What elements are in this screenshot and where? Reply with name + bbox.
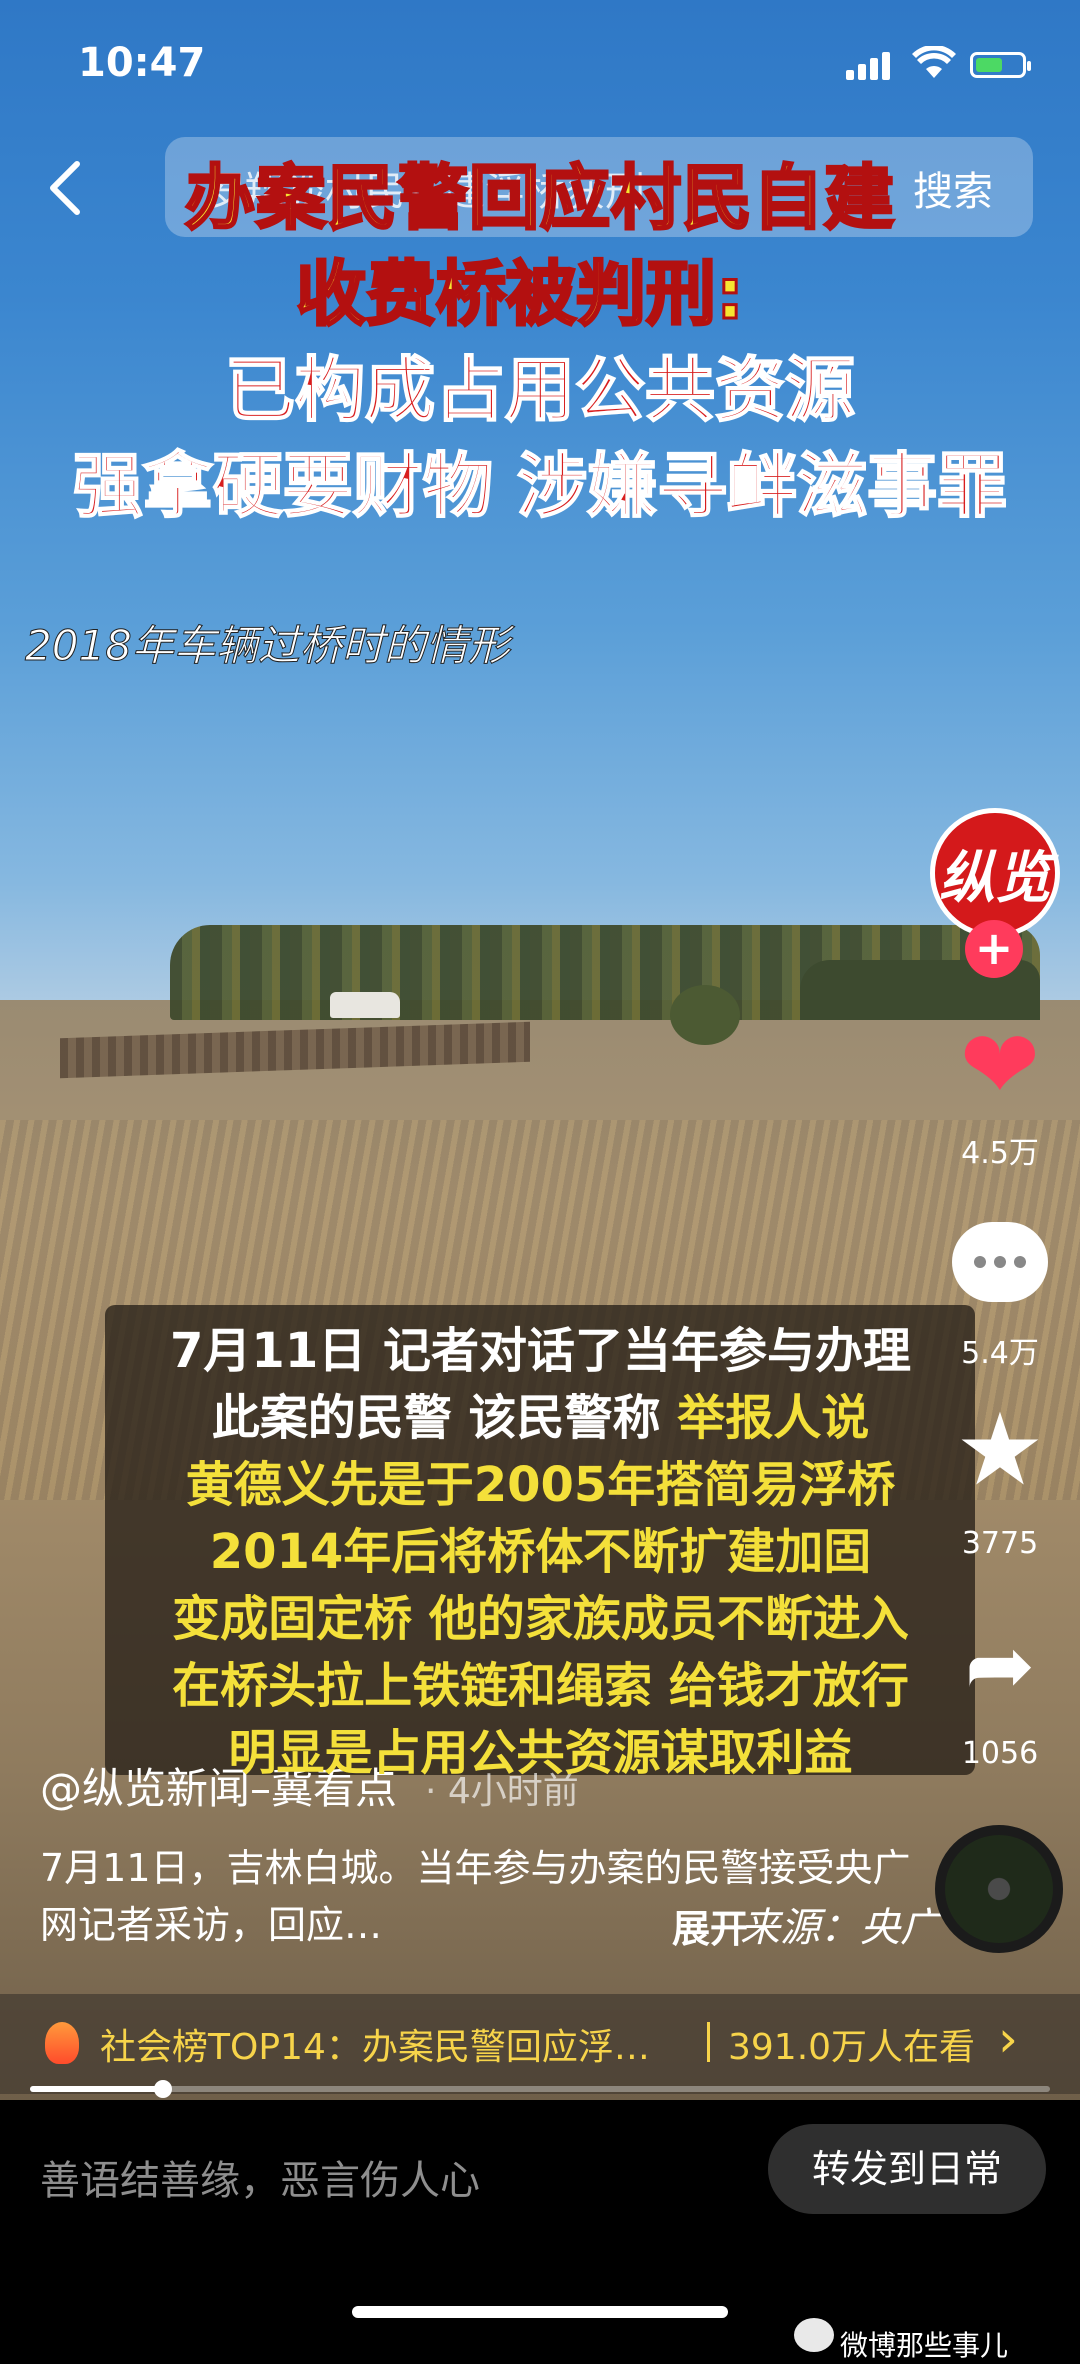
comment-input[interactable]: 善语结善缘，恶言伤人心 [40,2148,480,2206]
post-source: 来源：央广 [740,1905,940,1951]
headline-line-2: 收费桥被判刑: [295,252,746,337]
viewer-count: 391.0万人在看 [728,2027,976,2068]
subtitle-highlight: 举报人说 [677,1390,870,1446]
fire-icon [45,2022,79,2064]
like-count: 4.5万 [961,1136,1039,1171]
progress-fill [30,2086,163,2092]
video-progress-bar[interactable] [30,2080,1050,2098]
subtitle-line: 2014年后将桥体不断扩建加固 [209,1524,872,1580]
subtitle-line: 在桥头拉上铁链和绳索 给钱才放行 [172,1658,909,1714]
status-time: 10:47 [78,40,206,86]
battery-icon [970,52,1031,78]
headline-line-4: 强拿硬要财物 涉嫌寻衅滋事罪 [72,444,1008,528]
hot-topic-text[interactable]: 社会榜TOP14：办案民警回应浮… [100,2018,650,2070]
subtitle-line: 7月11日 记者对话了当年参与办理 [170,1323,911,1379]
home-indicator [352,2306,728,2318]
music-disc-icon[interactable] [935,1825,1063,1953]
wifi-icon [912,44,956,89]
cellular-signal-icon [846,52,894,80]
chevron-right-icon[interactable]: › [998,2010,1018,2068]
author-avatar[interactable]: 纵览 [930,808,1060,938]
subtitle-line: 变成固定桥 他的家族成员不断进入 [172,1591,909,1647]
video-bush [670,985,740,1045]
subtitle-line: 此案的民警 该民警称 举报人说 [211,1390,870,1446]
wechat-icon [794,2318,834,2352]
subtitle-line: 黄德义先是于2005年搭简易浮桥 [185,1457,896,1513]
headline-line-3: 已构成占用公共资源 [224,348,856,432]
progress-handle[interactable] [153,2080,172,2098]
subtitle-line: 明显是占用公共资源谋取利益 [228,1725,853,1781]
comment-icon[interactable] [952,1222,1048,1302]
headline-line-1: 办案民警回应村民自建 [184,156,896,241]
hot-divider [707,2022,710,2062]
repost-button[interactable]: 转发到日常 [768,2124,1046,2214]
video-headline: 办案民警回应村民自建 收费桥被判刑: 已构成占用公共资源 强拿硬要财物 涉嫌寻衅… [0,150,1080,534]
expand-button[interactable]: 展开 [672,1898,748,1953]
watermark: 微博那些事儿 [840,2329,1009,2362]
video-caption: 2018年车辆过桥时的情形 [25,621,511,671]
video-subtitle: 7月11日 记者对话了当年参与办理 此案的民警 该民警称 举报人说 黄德义先是于… [108,1318,973,1787]
bottom-bar: 善语结善缘，恶言伤人心 转发到日常 微博那些事儿 [0,2100,1080,2362]
video-truck [330,992,400,1018]
video-player[interactable]: 办案民警回应村民自建 收费桥被判刑: 已构成占用公共资源 强拿硬要财物 涉嫌寻衅… [0,0,1080,2100]
follow-button[interactable]: + [965,920,1023,978]
heart-icon[interactable]: ❤ [950,1015,1050,1115]
status-bar: 10:47 [0,0,1080,130]
hot-topic-bar[interactable]: 社会榜TOP14：办案民警回应浮… 391.0万人在看 › [0,1994,1080,2094]
